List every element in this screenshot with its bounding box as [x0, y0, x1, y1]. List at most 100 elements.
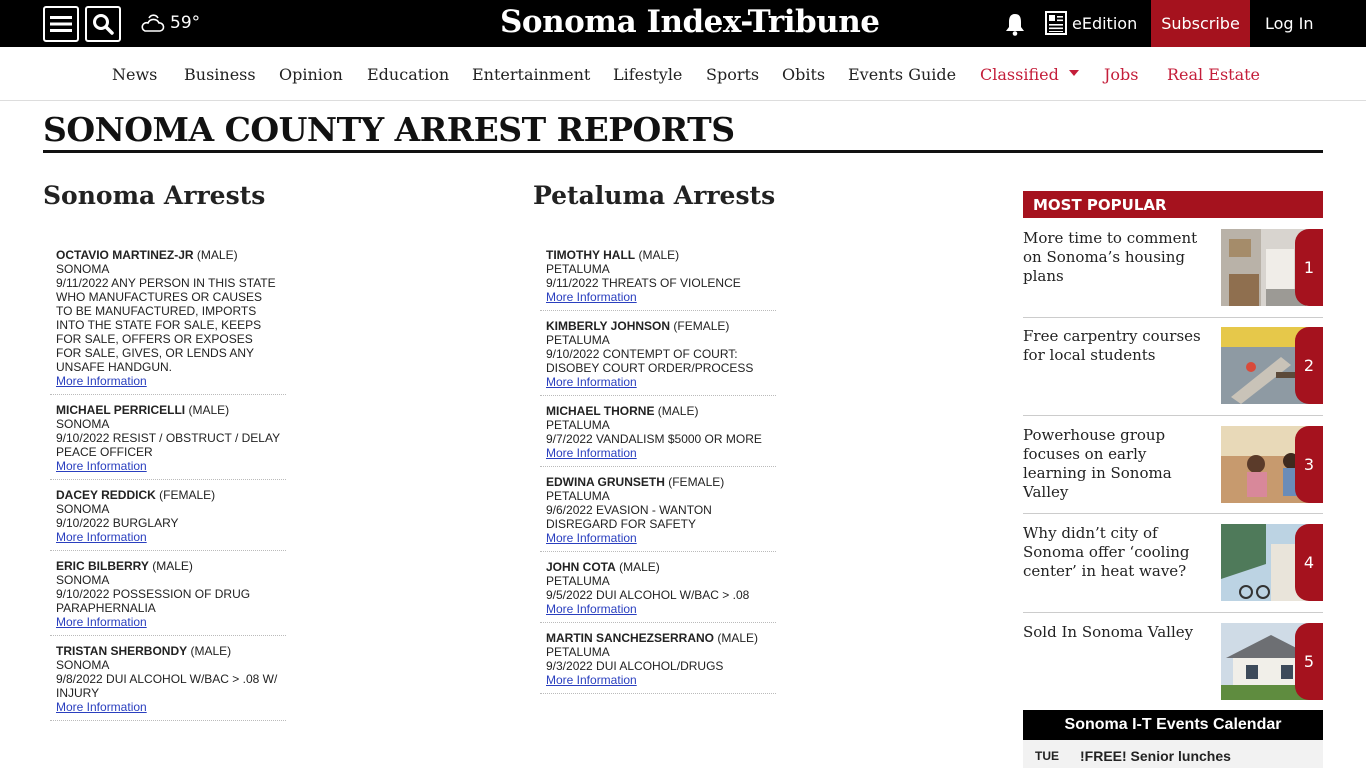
- arrest-gender: (MALE): [196, 248, 238, 262]
- arrest-gender: (MALE): [638, 248, 680, 262]
- more-information-link[interactable]: More Information: [546, 375, 637, 389]
- arrest-city: PETALUMA: [546, 418, 610, 432]
- weather-widget[interactable]: 59°: [140, 12, 200, 34]
- popular-rank-badge: 5: [1295, 623, 1323, 700]
- popular-item[interactable]: Why didn’t city of Sonoma offer ‘cooling…: [1023, 524, 1323, 613]
- bell-icon: [1006, 14, 1024, 36]
- arrest-city: PETALUMA: [546, 262, 610, 276]
- arrest-name: JOHN COTA: [546, 560, 616, 574]
- arrest-city: PETALUMA: [546, 489, 610, 503]
- nav-entertainment[interactable]: Entertainment: [472, 65, 590, 84]
- popular-rank-badge: 4: [1295, 524, 1323, 601]
- nav-opinion[interactable]: Opinion: [279, 65, 343, 84]
- nav-classified[interactable]: Classified: [980, 65, 1059, 84]
- site-logo[interactable]: Sonoma Index-Tribune: [500, 4, 880, 40]
- popular-item-title[interactable]: More time to comment on Sonoma’s housing…: [1023, 229, 1209, 286]
- popular-item[interactable]: Powerhouse group focuses on early learni…: [1023, 426, 1323, 514]
- arrest-charge: 9/10/2022 BURGLARY: [56, 516, 179, 530]
- eedition-link[interactable]: eEdition: [1045, 11, 1137, 35]
- more-information-link[interactable]: More Information: [546, 531, 637, 545]
- popular-rank-badge: 2: [1295, 327, 1323, 404]
- menu-button[interactable]: [43, 6, 79, 42]
- arrest-name: EDWINA GRUNSETH: [546, 475, 665, 489]
- nav-obits[interactable]: Obits: [782, 65, 825, 84]
- more-information-link[interactable]: More Information: [56, 615, 147, 629]
- arrest-city: SONOMA: [56, 417, 110, 431]
- sonoma-arrest-list: OCTAVIO MARTINEZ-JR (MALE) SONOMA 9/11/2…: [50, 240, 286, 721]
- login-link[interactable]: Log In: [1265, 14, 1314, 33]
- arrest-name: DACEY REDDICK: [56, 488, 156, 502]
- more-information-link[interactable]: More Information: [546, 602, 637, 616]
- arrest-gender: (MALE): [657, 404, 699, 418]
- more-information-link[interactable]: More Information: [56, 530, 147, 544]
- popular-item-title[interactable]: Powerhouse group focuses on early learni…: [1023, 426, 1209, 502]
- arrest-charge: 9/8/2022 DUI ALCOHOL W/BAC > .08 W/ INJU…: [56, 672, 278, 700]
- arrest-name: TIMOTHY HALL: [546, 248, 636, 262]
- arrest-name: TRISTAN SHERBONDY: [56, 644, 188, 658]
- more-information-link[interactable]: More Information: [56, 700, 147, 714]
- arrest-charge: 9/5/2022 DUI ALCOHOL W/BAC > .08: [546, 588, 750, 602]
- title-divider: [43, 150, 1323, 153]
- arrest-charge: 9/11/2022 THREATS OF VIOLENCE: [546, 276, 741, 290]
- sonoma-arrests-heading: Sonoma Arrests: [43, 181, 266, 210]
- more-information-link[interactable]: More Information: [546, 446, 637, 460]
- arrest-item: EDWINA GRUNSETH (FEMALE) PETALUMA 9/6/20…: [540, 467, 776, 552]
- petaluma-arrests-heading: Petaluma Arrests: [533, 181, 776, 210]
- nav-business[interactable]: Business: [184, 65, 256, 84]
- nav-education[interactable]: Education: [367, 65, 449, 84]
- more-information-link[interactable]: More Information: [56, 459, 147, 473]
- nav-lifestyle[interactable]: Lifestyle: [613, 65, 682, 84]
- most-popular-heading: MOST POPULAR: [1023, 191, 1323, 218]
- petaluma-arrest-list: TIMOTHY HALL (MALE) PETALUMA 9/11/2022 T…: [540, 240, 776, 694]
- more-information-link[interactable]: More Information: [546, 673, 637, 687]
- arrest-name: MICHAEL PERRICELLI: [56, 403, 186, 417]
- popular-item-title[interactable]: Why didn’t city of Sonoma offer ‘cooling…: [1023, 524, 1209, 581]
- arrest-city: PETALUMA: [546, 333, 610, 347]
- arrest-name: ERIC BILBERRY: [56, 559, 149, 573]
- arrest-city: SONOMA: [56, 573, 110, 587]
- nav-sports[interactable]: Sports: [706, 65, 759, 84]
- popular-item-title[interactable]: Sold In Sonoma Valley: [1023, 623, 1209, 642]
- arrest-charge: 9/3/2022 DUI ALCOHOL/DRUGS: [546, 659, 724, 673]
- arrest-charge: 9/10/2022 RESIST / OBSTRUCT / DELAY PEAC…: [56, 431, 280, 459]
- nav-news[interactable]: News: [112, 65, 157, 84]
- arrest-name: KIMBERLY JOHNSON: [546, 319, 671, 333]
- subscribe-button[interactable]: Subscribe: [1151, 0, 1250, 47]
- search-button[interactable]: [85, 6, 121, 42]
- calendar-event-row[interactable]: TUE !FREE! Senior lunches: [1023, 740, 1323, 768]
- arrest-charge: 9/7/2022 VANDALISM $5000 OR MORE: [546, 432, 762, 446]
- arrest-charge: 9/11/2022 ANY PERSON IN THIS STATE WHO M…: [56, 276, 276, 374]
- main-nav: News Business Opinion Education Entertai…: [0, 47, 1366, 101]
- popular-item[interactable]: Free carpentry courses for local student…: [1023, 327, 1323, 416]
- popular-item[interactable]: Sold In Sonoma Valley 5: [1023, 623, 1323, 701]
- popular-item[interactable]: More time to comment on Sonoma’s housing…: [1023, 229, 1323, 318]
- arrest-charge: 9/6/2022 EVASION - WANTON DISREGARD FOR …: [546, 503, 712, 531]
- arrest-gender: (FEMALE): [159, 488, 216, 502]
- nav-jobs[interactable]: Jobs: [1104, 65, 1139, 84]
- popular-rank-badge: 3: [1295, 426, 1323, 503]
- nav-events-guide[interactable]: Events Guide: [848, 65, 956, 84]
- more-information-link[interactable]: More Information: [56, 374, 147, 388]
- arrest-city: PETALUMA: [546, 645, 610, 659]
- more-information-link[interactable]: More Information: [546, 290, 637, 304]
- search-icon: [93, 14, 114, 35]
- popular-rank-badge: 1: [1295, 229, 1323, 306]
- arrest-gender: (MALE): [190, 644, 232, 658]
- arrest-gender: (FEMALE): [668, 475, 725, 489]
- page-title: SONOMA COUNTY ARREST REPORTS: [43, 110, 735, 149]
- classified-dropdown-caret-icon[interactable]: [1069, 70, 1079, 76]
- arrest-item: TRISTAN SHERBONDY (MALE) SONOMA 9/8/2022…: [50, 636, 286, 721]
- arrest-gender: (MALE): [619, 560, 660, 574]
- calendar-event-title[interactable]: !FREE! Senior lunches: [1080, 748, 1231, 764]
- arrest-item: MICHAEL THORNE (MALE) PETALUMA 9/7/2022 …: [540, 396, 776, 467]
- eedition-label: eEdition: [1072, 13, 1138, 33]
- arrest-gender: (MALE): [152, 559, 193, 573]
- popular-item-title[interactable]: Free carpentry courses for local student…: [1023, 327, 1209, 365]
- arrest-item: DACEY REDDICK (FEMALE) SONOMA 9/10/2022 …: [50, 480, 286, 551]
- calendar-event-day: TUE: [1035, 749, 1059, 763]
- nav-real-estate[interactable]: Real Estate: [1167, 65, 1260, 84]
- notifications-button[interactable]: [1004, 12, 1026, 40]
- newspaper-icon: [1045, 11, 1067, 35]
- arrest-item: MARTIN SANCHEZSERRANO (MALE) PETALUMA 9/…: [540, 623, 776, 694]
- arrest-item: MICHAEL PERRICELLI (MALE) SONOMA 9/10/20…: [50, 395, 286, 480]
